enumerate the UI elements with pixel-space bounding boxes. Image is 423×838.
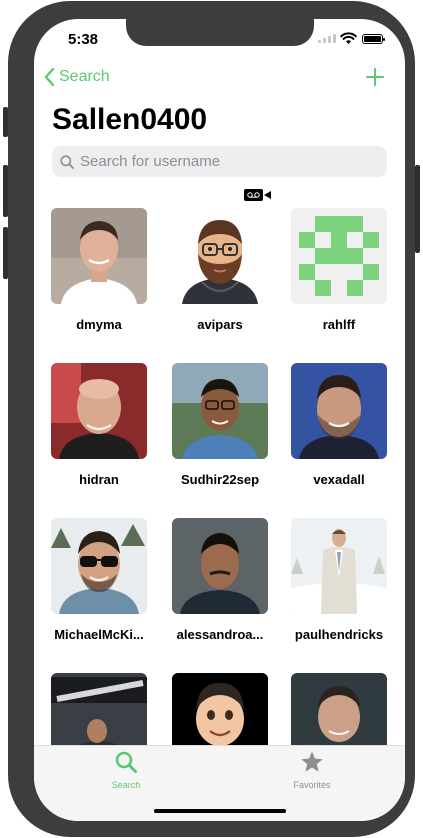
phone-frame: 5:38 Search Sallen0400 Search for userna… (3, 1, 420, 837)
back-label: Search (59, 68, 110, 85)
notch (126, 19, 314, 46)
username-label: MichaelMcKi... (54, 627, 144, 642)
magnifier-icon (115, 751, 137, 773)
chevron-left-icon (44, 68, 55, 86)
status-icons (318, 32, 388, 45)
username-label: rahlff (322, 317, 356, 332)
search-icon (60, 154, 74, 169)
volume-up-button (3, 165, 8, 217)
search-bar[interactable] (52, 146, 387, 177)
screen-recording-icon (244, 189, 271, 201)
avatar (51, 518, 147, 614)
avatar (51, 363, 147, 459)
home-indicator (154, 809, 286, 813)
battery-icon (362, 34, 385, 44)
avatar (172, 518, 268, 614)
username-label: alessandroa... (176, 627, 264, 642)
silent-switch (3, 107, 8, 137)
username-label: Sudhir22sep (180, 472, 260, 487)
wifi-icon (340, 32, 357, 44)
avatar (291, 363, 387, 459)
add-button[interactable] (366, 68, 384, 86)
signal-icon (318, 33, 336, 43)
avatar (51, 208, 147, 304)
username-label: paulhendricks (294, 627, 384, 642)
tab-favorites[interactable]: Favorites (267, 750, 357, 790)
search-input[interactable] (80, 153, 370, 170)
username-label: dmyma (76, 317, 122, 332)
page-title: Sallen0400 (52, 103, 208, 136)
screen: 5:38 Search Sallen0400 Search for userna… (34, 19, 405, 821)
star-icon (301, 751, 323, 772)
avatar (172, 363, 268, 459)
username-label: vexadall (313, 472, 365, 487)
tab-search-label: Search (111, 780, 141, 790)
avatar (291, 518, 387, 614)
tab-search[interactable]: Search (81, 750, 171, 790)
avatar (291, 208, 387, 304)
back-button[interactable]: Search (44, 68, 110, 86)
power-button (415, 165, 420, 253)
username-label: avipars (197, 317, 243, 332)
tab-favorites-label: Favorites (293, 780, 331, 790)
status-time: 5:38 (68, 31, 99, 48)
volume-down-button (3, 227, 8, 279)
avatar (172, 208, 268, 304)
username-label: hidran (79, 472, 119, 487)
